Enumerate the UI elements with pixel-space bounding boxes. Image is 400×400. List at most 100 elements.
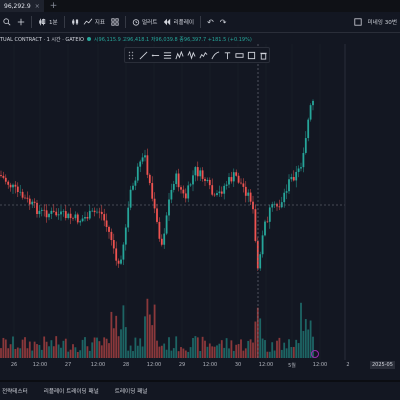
grid-icon <box>111 18 119 26</box>
close-tab-icon[interactable]: × <box>35 3 40 10</box>
volume-bar <box>199 350 202 358</box>
candle-body <box>252 201 254 210</box>
volume-bar <box>184 350 187 358</box>
layout-grid-button[interactable] <box>108 12 122 32</box>
candle-body <box>33 201 36 203</box>
volume-bar <box>247 340 250 358</box>
volume-bar <box>283 342 286 358</box>
ray-icon[interactable] <box>150 50 160 60</box>
candle-body <box>304 138 307 153</box>
candle-body <box>55 211 58 216</box>
volume-bar <box>146 298 149 358</box>
volume-bar <box>208 343 211 358</box>
time-axis-label: 12:00 <box>202 362 218 368</box>
brush-icon[interactable] <box>210 50 220 60</box>
volume-bar <box>33 341 36 358</box>
bottom-tab[interactable]: 트레이딩 패널 <box>115 387 148 395</box>
candle-body <box>50 210 53 214</box>
indicators-button[interactable]: 지표 <box>68 12 108 32</box>
candle-body <box>196 167 199 177</box>
candle-body <box>148 174 151 184</box>
candle-body <box>264 221 266 236</box>
market-status-icon <box>86 37 91 41</box>
candle-body <box>48 213 50 218</box>
candle-body <box>280 202 283 208</box>
trend-line-icon[interactable] <box>138 50 148 60</box>
pitchfork-icon[interactable] <box>174 50 184 60</box>
volume-bar <box>7 348 10 358</box>
volume-bar <box>230 340 233 358</box>
pattern-icon[interactable] <box>186 50 196 60</box>
elliott-wave-icon[interactable] <box>198 50 208 60</box>
layout-square-button[interactable] <box>351 12 365 32</box>
volume-bar <box>96 337 98 358</box>
chart-tab[interactable]: 96,292.9 × <box>0 0 44 12</box>
replay-icon <box>164 18 171 26</box>
volume-bar <box>38 344 41 358</box>
replay-button[interactable]: 리플레이 <box>160 12 197 32</box>
volume-bar <box>182 348 185 358</box>
candle-body <box>307 119 310 139</box>
candle-body <box>290 177 293 180</box>
trash-icon[interactable] <box>258 50 268 60</box>
time-axis-label: 12:00 <box>146 362 162 368</box>
candle-body <box>156 208 158 222</box>
candle-body <box>228 177 230 185</box>
volume-bar <box>26 348 29 358</box>
candle-body <box>81 218 84 222</box>
divider <box>31 16 32 28</box>
search-symbol-button[interactable] <box>0 12 14 32</box>
redo-button[interactable]: ↷ <box>217 12 230 32</box>
bottom-tab[interactable]: 리플레이 트레이딩 패널 <box>44 387 99 395</box>
symbol-title: TUAL CONTRACT · 1 시간 · GATEIO <box>0 36 84 43</box>
volume-bar <box>110 311 113 358</box>
candle-body <box>98 211 101 213</box>
candles-icon <box>71 19 78 25</box>
candle-body <box>285 191 288 193</box>
volume-bar <box>93 337 96 358</box>
volume-bar <box>259 318 262 358</box>
volume-bar <box>216 345 218 358</box>
layout-name-button[interactable]: 미네잉 30번 <box>365 12 400 32</box>
drag-handle-icon[interactable] <box>126 50 136 60</box>
volume-bar <box>280 349 283 358</box>
candle-body <box>62 211 65 212</box>
add-tab-button[interactable]: + <box>50 0 58 12</box>
candle-body <box>189 184 192 186</box>
candle-body <box>84 217 86 219</box>
volume-bar <box>16 347 19 358</box>
rectangle-icon[interactable] <box>246 50 256 60</box>
volume-bar <box>235 344 238 358</box>
alert-button[interactable]: 얼러트 <box>129 12 160 32</box>
candle-body <box>117 260 120 264</box>
time-axis-label: 28 <box>122 362 130 368</box>
timeframe-button[interactable]: 1분 <box>35 12 61 32</box>
volume-bar <box>242 350 245 358</box>
replay-marker-icon[interactable] <box>311 350 319 358</box>
price-chart[interactable] <box>0 44 400 360</box>
volume-bar <box>127 350 130 358</box>
time-axis[interactable]: 26 12:00 27 12:00 28 12:00 29 12:00 30 12:00 5월 12:… <box>0 360 400 370</box>
date-badge: 2025-05 <box>370 361 395 369</box>
candle-body <box>204 178 206 181</box>
time-axis-label: 2 <box>346 362 350 368</box>
undo-button[interactable]: ↶ <box>204 12 217 32</box>
candle-body <box>237 175 240 183</box>
volume-bar <box>72 344 74 358</box>
candle-body <box>268 207 271 222</box>
candle-body <box>170 189 173 200</box>
volume-bar <box>153 304 156 358</box>
bottom-tab[interactable]: 전략테스터 <box>2 387 28 395</box>
candle-body <box>230 177 233 182</box>
candle-body <box>208 179 211 186</box>
candle-body <box>213 194 216 196</box>
measure-icon[interactable] <box>234 50 244 60</box>
volume-bar <box>84 337 86 358</box>
fib-icon[interactable] <box>162 50 172 60</box>
volume-bar <box>288 339 290 358</box>
volume-bar <box>136 345 139 358</box>
text-icon[interactable] <box>222 50 232 60</box>
add-symbol-button[interactable] <box>14 12 28 32</box>
candle-body <box>259 254 262 269</box>
volume-bar <box>273 350 276 358</box>
